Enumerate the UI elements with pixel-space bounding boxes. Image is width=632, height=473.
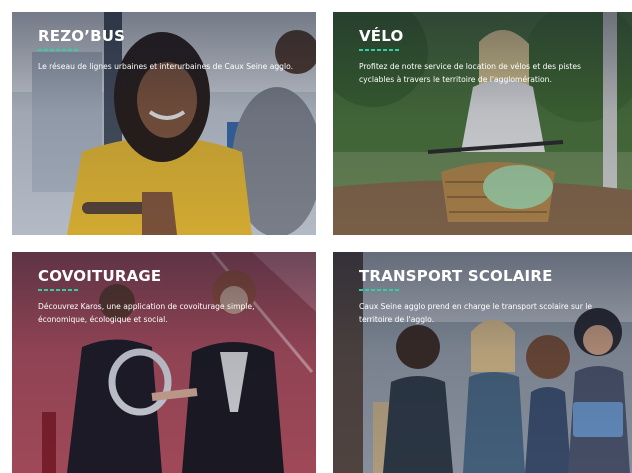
covoiturage-title-underline bbox=[38, 289, 78, 291]
velo-title: VÉLO bbox=[359, 27, 404, 45]
card-velo[interactable]: VÉLO Profitez de notre service de locati… bbox=[333, 12, 632, 235]
rezobus-content: REZO’BUS Le réseau de lignes urbaines et… bbox=[38, 26, 300, 73]
rezobus-title: REZO’BUS bbox=[38, 27, 126, 45]
card-rezobus[interactable]: REZO’BUS Le réseau de lignes urbaines et… bbox=[12, 12, 316, 235]
transport-scolaire-content: TRANSPORT SCOLAIRE Caux Seine agglo pren… bbox=[359, 266, 616, 326]
transport-scolaire-description: Caux Seine agglo prend en charge le tran… bbox=[359, 302, 593, 324]
covoiturage-content: COVOITURAGE Découvrez Karos, une applica… bbox=[38, 266, 300, 326]
services-grid: REZO’BUS Le réseau de lignes urbaines et… bbox=[0, 0, 632, 473]
rezobus-title-underline bbox=[38, 49, 78, 51]
velo-content: VÉLO Profitez de notre service de locati… bbox=[359, 26, 616, 86]
velo-title-underline bbox=[359, 49, 399, 51]
card-covoiturage[interactable]: COVOITURAGE Découvrez Karos, une applica… bbox=[12, 252, 316, 473]
transport-scolaire-title: TRANSPORT SCOLAIRE bbox=[359, 267, 553, 285]
covoiturage-title: COVOITURAGE bbox=[38, 267, 162, 285]
card-transport-scolaire[interactable]: TRANSPORT SCOLAIRE Caux Seine agglo pren… bbox=[333, 252, 632, 473]
covoiturage-description: Découvrez Karos, une application de covo… bbox=[38, 302, 255, 324]
transport-scolaire-title-underline bbox=[359, 289, 399, 291]
velo-description: Profitez de notre service de location de… bbox=[359, 62, 581, 84]
rezobus-description: Le réseau de lignes urbaines et interurb… bbox=[38, 62, 294, 71]
